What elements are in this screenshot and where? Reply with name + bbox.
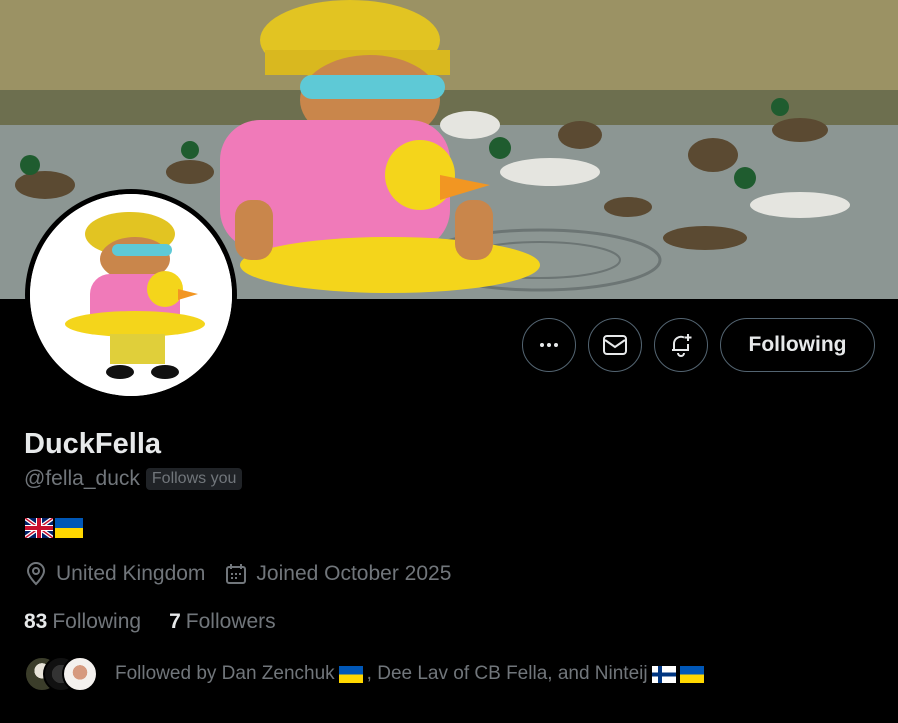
location-pin-icon bbox=[26, 562, 46, 586]
notifications-button[interactable] bbox=[654, 318, 708, 372]
display-name: DuckFella bbox=[24, 428, 161, 460]
ukraine-flag-icon bbox=[338, 665, 363, 683]
mutual-avatars bbox=[24, 656, 98, 692]
followed-by-part2: , Dee Lav of CB Fella, and Ninteij bbox=[366, 663, 648, 684]
join-date-text: Joined October 2025 bbox=[256, 562, 452, 585]
uk-flag-icon bbox=[25, 518, 53, 538]
message-button[interactable] bbox=[588, 318, 642, 372]
more-button[interactable] bbox=[522, 318, 576, 372]
followers-label: Followers bbox=[185, 610, 276, 633]
calendar-icon bbox=[226, 564, 247, 584]
followers-count: 7 bbox=[169, 610, 181, 633]
avatar bbox=[62, 656, 98, 692]
followed-by[interactable]: Followed by Dan Zenchuk , Dee Lav of CB … bbox=[24, 656, 704, 692]
followed-by-text: Followed by Dan Zenchuk , Dee Lav of CB … bbox=[115, 663, 704, 685]
profile-avatar[interactable] bbox=[25, 189, 237, 401]
finland-flag-icon bbox=[651, 665, 676, 683]
avatar-image bbox=[30, 194, 232, 396]
followed-by-part1: Followed by Dan Zenchuk bbox=[115, 663, 335, 684]
follows-you-badge: Follows you bbox=[145, 468, 243, 490]
follow-stats: 83 Following 7 Followers bbox=[24, 610, 276, 634]
ukraine-flag-icon bbox=[55, 518, 83, 538]
followers-link[interactable]: 7 Followers bbox=[169, 610, 276, 634]
following-link[interactable]: 83 Following bbox=[24, 610, 141, 634]
following-button[interactable]: Following bbox=[720, 318, 875, 372]
following-label: Following bbox=[52, 610, 142, 633]
bell-plus-icon bbox=[672, 334, 692, 357]
following-count: 83 bbox=[24, 610, 48, 633]
more-dots-icon bbox=[540, 343, 558, 347]
join-date: Joined October 2025 bbox=[225, 562, 451, 586]
envelope-icon bbox=[603, 335, 627, 355]
location-text: United Kingdom bbox=[56, 562, 206, 585]
handle-row: @fella_duck Follows you bbox=[24, 467, 243, 491]
location: United Kingdom bbox=[25, 562, 205, 586]
bio bbox=[25, 518, 83, 538]
ukraine-flag-icon bbox=[679, 665, 704, 683]
user-handle: @fella_duck bbox=[24, 467, 140, 490]
profile-meta: United Kingdom Joined October 2025 bbox=[25, 562, 471, 586]
